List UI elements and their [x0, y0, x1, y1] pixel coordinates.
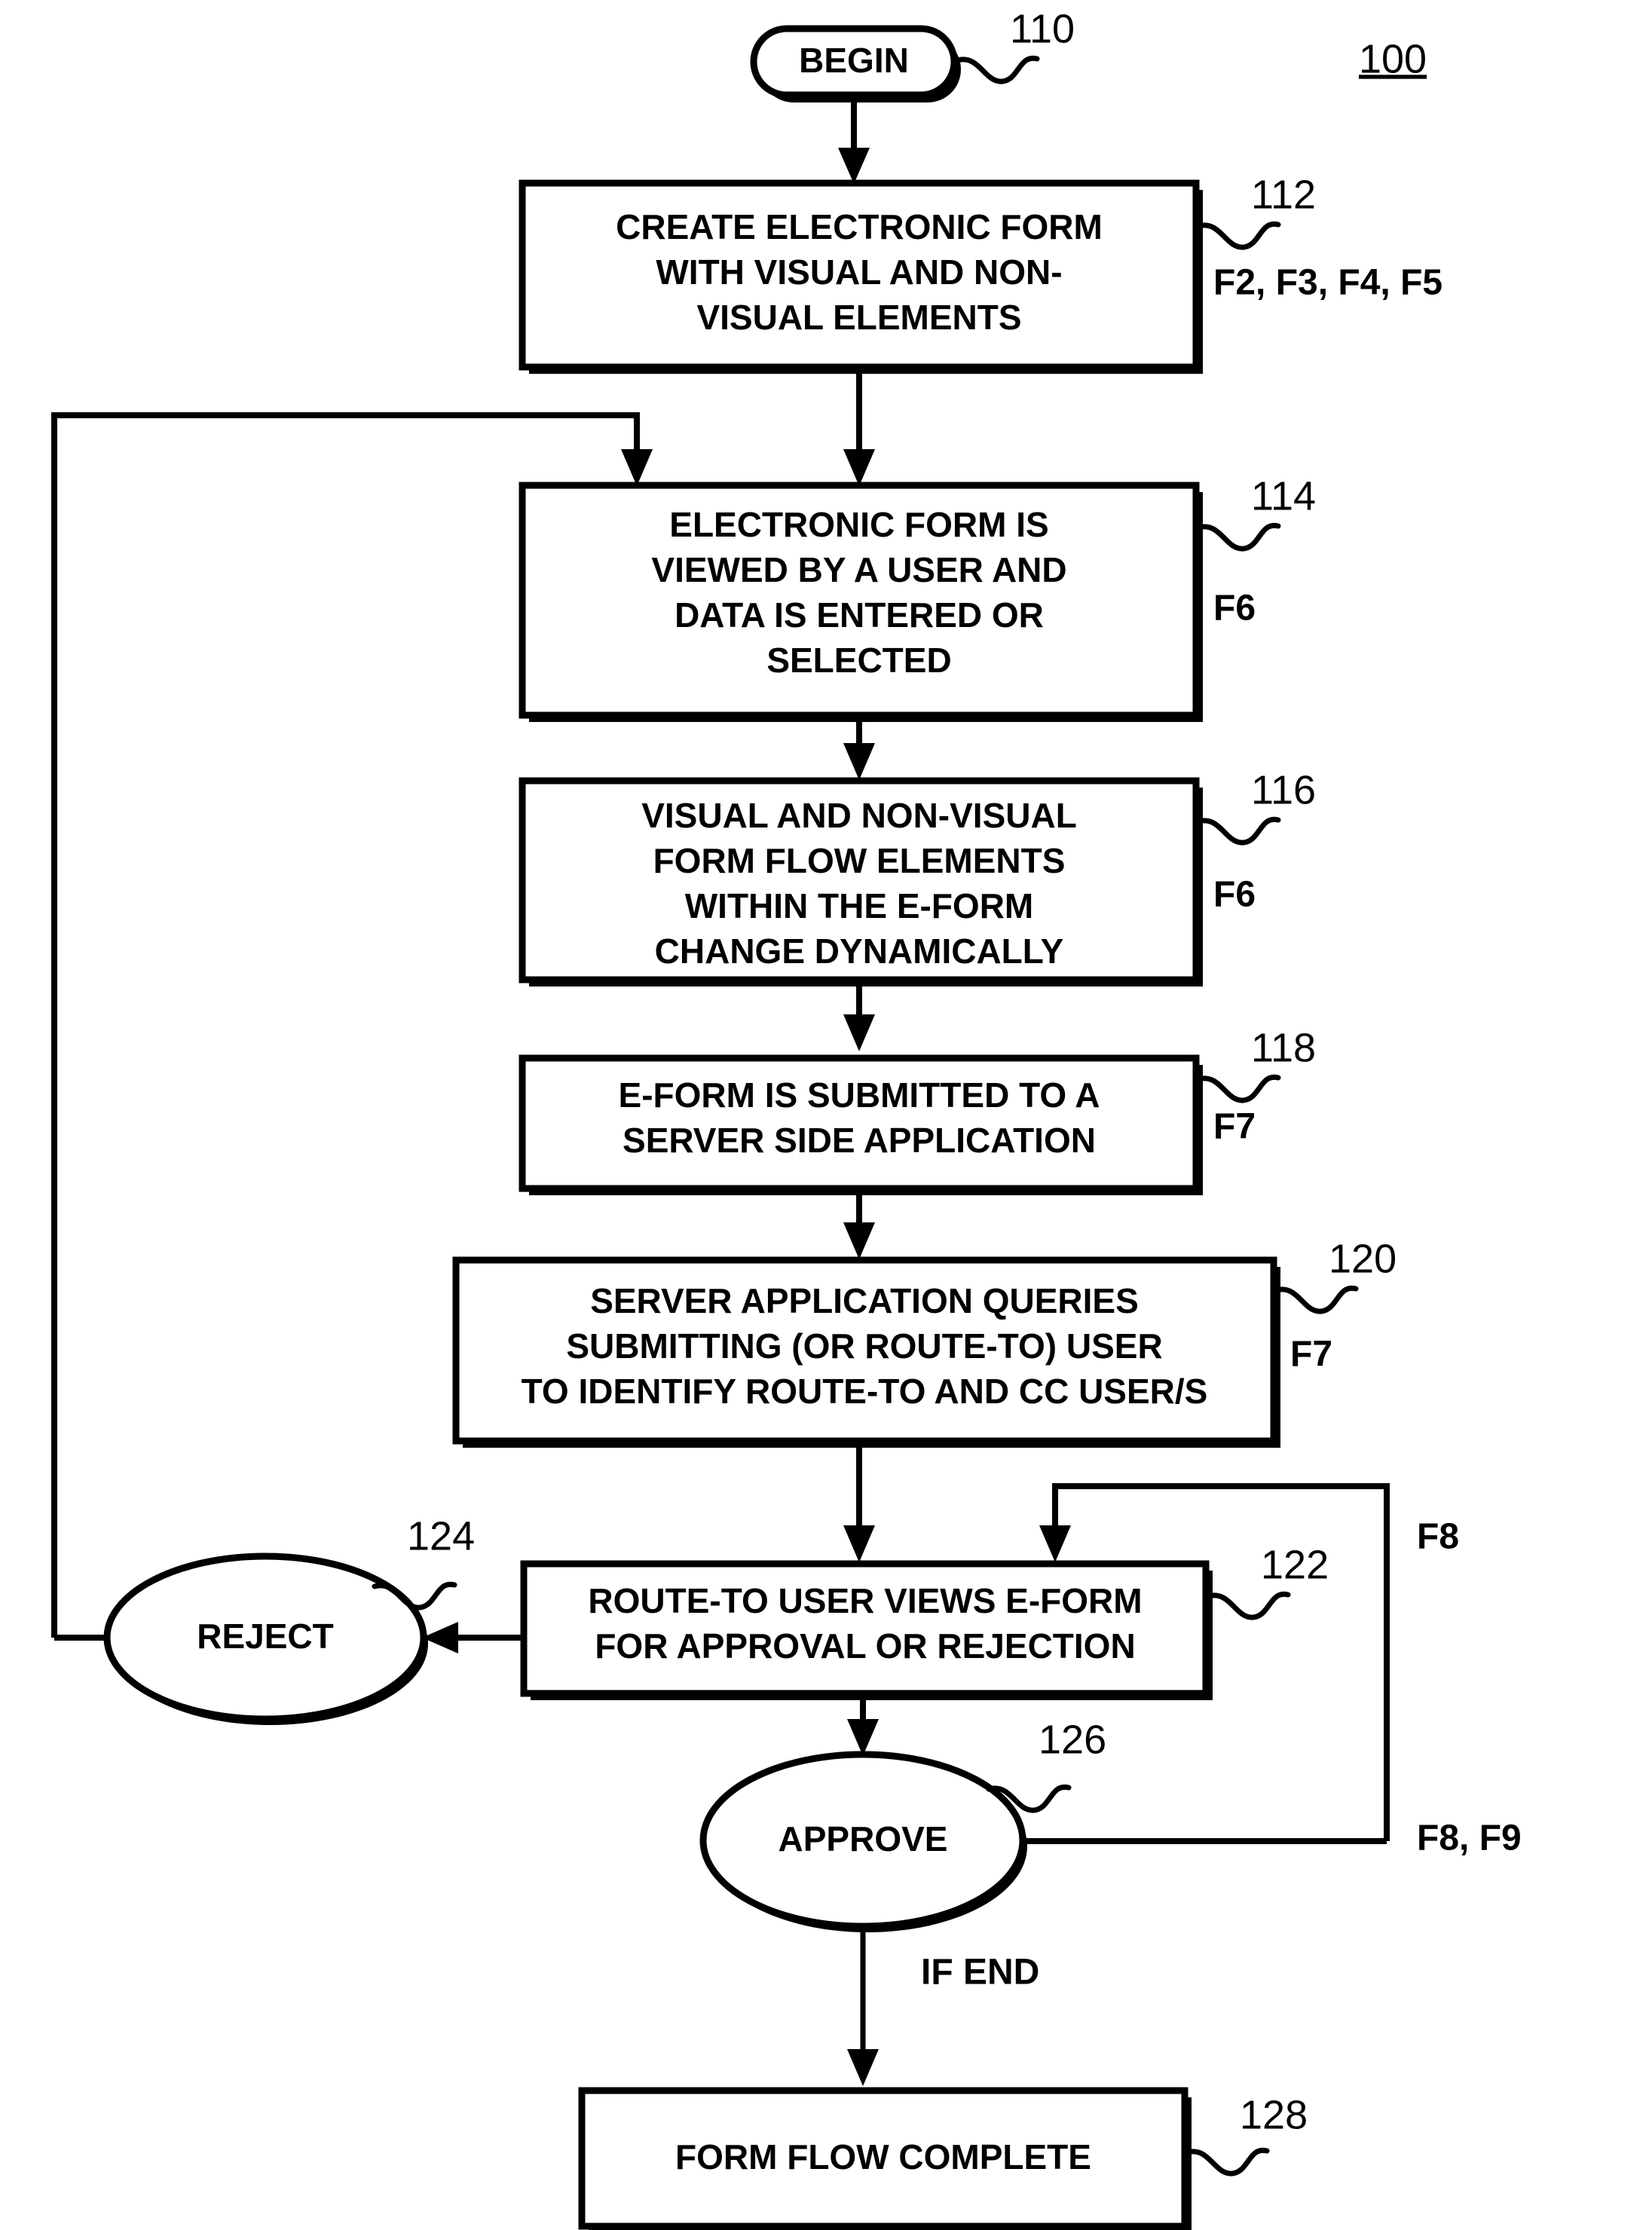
ref-number-128: 128	[1240, 2092, 1308, 2137]
ref-number-118: 118	[1251, 1025, 1316, 1070]
view-form-line-3: SELECTED	[766, 641, 951, 680]
complete-line-0: FORM FLOW COMPLETE	[675, 2137, 1091, 2176]
leader-line-112	[1195, 221, 1281, 250]
leader-line-122	[1205, 1591, 1291, 1620]
leader-line-110	[954, 55, 1040, 84]
dynamic-change-line-0: VISUAL AND NON-VISUAL	[641, 796, 1077, 835]
figure-number: 100	[1359, 36, 1427, 81]
node-submit[interactable]: E-FORM IS SUBMITTED TO A SERVER SIDE APP…	[519, 1054, 1203, 1195]
arrow-dynamic-to-submit	[843, 987, 875, 1051]
leader-line-114	[1195, 522, 1281, 552]
flowchart-canvas: 100 BEGIN 110 CREATE ELECTRONIC FORM WIT…	[51, 6, 1522, 2230]
submit-line-0: E-FORM IS SUBMITTED TO A	[619, 1075, 1100, 1115]
route-to-review-line-1: FOR APPROVAL OR REJECTION	[595, 1626, 1135, 1666]
create-form-line-2: VISUAL ELEMENTS	[696, 298, 1021, 337]
node-reject[interactable]: REJECT	[103, 1552, 428, 1725]
view-form-line-1: VIEWED BY A USER AND	[651, 550, 1066, 589]
ref-number-126: 126	[1039, 1717, 1106, 1762]
ref-number-122: 122	[1261, 1542, 1329, 1587]
route-to-review-line-0: ROUTE-TO USER VIEWS E-FORM	[588, 1581, 1142, 1620]
server-query-line-1: SUBMITTING (OR ROUTE-TO) USER	[566, 1326, 1162, 1366]
arrow-server-to-review	[843, 1448, 875, 1562]
ref-number-110: 110	[1010, 6, 1075, 51]
server-query-line-0: SERVER APPLICATION QUERIES	[590, 1281, 1139, 1320]
arrow-approve-to-complete	[847, 1926, 879, 2086]
leader-line-128	[1184, 2147, 1270, 2176]
arrow-review-to-approve	[847, 1700, 879, 1756]
dynamic-change-line-3: CHANGE DYNAMICALLY	[655, 931, 1064, 971]
node-create-form[interactable]: CREATE ELECTRONIC FORM WITH VISUAL AND N…	[519, 179, 1203, 374]
create-form-line-0: CREATE ELECTRONIC FORM	[616, 207, 1103, 246]
ref-number-116: 116	[1251, 767, 1316, 812]
arrow-begin-to-create	[838, 96, 870, 184]
side-label-120: F7	[1290, 1335, 1332, 1375]
leader-line-118	[1195, 1074, 1281, 1103]
node-server-query[interactable]: SERVER APPLICATION QUERIES SUBMITTING (O…	[452, 1256, 1280, 1448]
side-label-114: F6	[1213, 589, 1256, 629]
arrow-submit-to-server	[843, 1195, 875, 1259]
ref-number-120: 120	[1329, 1236, 1397, 1281]
ref-number-112: 112	[1251, 172, 1316, 217]
approve-label: APPROVE	[779, 1819, 948, 1858]
node-route-to-review[interactable]: ROUTE-TO USER VIEWS E-FORM FOR APPROVAL …	[520, 1560, 1213, 1700]
node-approve[interactable]: APPROVE	[699, 1751, 1027, 1932]
edge-label-f8: F8	[1417, 1517, 1459, 1557]
create-form-line-1: WITH VISUAL AND NON-	[656, 252, 1062, 292]
ref-number-124: 124	[407, 1513, 475, 1559]
side-label-116: F6	[1213, 875, 1256, 915]
begin-label: BEGIN	[799, 41, 909, 80]
view-form-line-2: DATA IS ENTERED OR	[675, 595, 1044, 635]
node-begin[interactable]: BEGIN	[750, 25, 961, 102]
ref-number-114: 114	[1251, 473, 1316, 518]
edge-label-f8-f9: F8, F9	[1417, 1819, 1522, 1858]
patent-flowchart-figure: 100 BEGIN 110 CREATE ELECTRONIC FORM WIT…	[0, 0, 1652, 2230]
view-form-line-0: ELECTRONIC FORM IS	[669, 505, 1048, 544]
node-dynamic-change[interactable]: VISUAL AND NON-VISUAL FORM FLOW ELEMENTS…	[519, 777, 1203, 987]
node-view-form[interactable]: ELECTRONIC FORM IS VIEWED BY A USER AND …	[519, 482, 1203, 722]
side-label-112: F2, F3, F4, F5	[1213, 263, 1442, 303]
node-complete[interactable]: FORM FLOW COMPLETE	[578, 2087, 1192, 2230]
side-label-118: F7	[1213, 1107, 1256, 1147]
submit-line-1: SERVER SIDE APPLICATION	[623, 1121, 1096, 1160]
server-query-line-2: TO IDENTIFY ROUTE-TO AND CC USER/S	[522, 1372, 1208, 1411]
dynamic-change-line-2: WITHIN THE E-FORM	[685, 886, 1034, 925]
arrow-review-to-reject	[422, 1622, 524, 1653]
arrow-view-to-dynamic	[843, 722, 875, 780]
dynamic-change-line-1: FORM FLOW ELEMENTS	[653, 841, 1066, 880]
leader-line-120	[1273, 1285, 1359, 1314]
edge-label-if-end: IF END	[921, 1953, 1039, 1993]
reject-label: REJECT	[197, 1617, 333, 1656]
arrow-create-to-view	[843, 374, 875, 486]
leader-line-116	[1195, 816, 1281, 846]
